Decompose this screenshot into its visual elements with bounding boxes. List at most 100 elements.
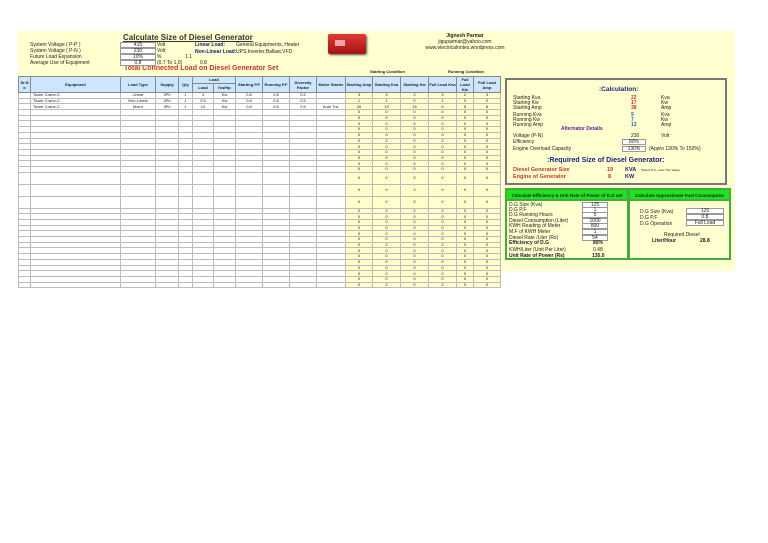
author-website[interactable]: www.electricalnotes.wordpress.com [400, 45, 530, 51]
required-size-title: :Required Size of Diesel Generator: [547, 157, 665, 164]
table-cell[interactable] [155, 281, 179, 289]
table-cell: 0 [372, 195, 401, 209]
running-condition-label: Running Condition [448, 69, 484, 74]
table-cell[interactable] [316, 171, 346, 185]
table-cell: 0 [473, 171, 501, 185]
param-factor: 0.8 [200, 60, 207, 66]
param-label: Average Use of Equipment [30, 60, 90, 66]
table-cell[interactable] [30, 171, 121, 185]
engine-unit: KW [625, 174, 635, 180]
table-cell[interactable] [120, 183, 156, 197]
efficiency-panel: Calculate Efficiency & Unit Rate of Powe… [505, 188, 629, 260]
table-cell[interactable] [262, 171, 290, 185]
column-header: Sr.N o [18, 76, 31, 93]
table-cell[interactable] [235, 171, 263, 185]
table-cell[interactable] [235, 195, 263, 209]
table-cell[interactable] [289, 281, 317, 289]
table-cell[interactable] [178, 281, 193, 289]
dg-size-unit: KVA [625, 167, 637, 173]
table-cell[interactable] [18, 281, 31, 289]
column-header: Starting Amp [345, 76, 373, 93]
table-cell: 0 [456, 195, 474, 209]
nonlinear-load-label: Non-Linear Load: [195, 49, 237, 55]
overload-input[interactable]: 130% [622, 146, 646, 152]
table-cell: 0 [428, 183, 457, 197]
table-cell[interactable] [30, 281, 121, 289]
efficiency-input[interactable]: 80% [622, 139, 646, 145]
column-header: Full Load Kw [456, 76, 474, 93]
table-cell[interactable] [155, 171, 179, 185]
table-cell[interactable] [18, 183, 31, 197]
table-cell[interactable] [262, 281, 290, 289]
table-cell[interactable] [178, 183, 193, 197]
nonlinear-load-desc: UPS,Inverter,Ballast,VFD [236, 49, 293, 55]
load-group-header: Load [192, 76, 236, 84]
engine-value: 8 [608, 174, 612, 180]
table-cell: 0 [428, 171, 457, 185]
table-cell[interactable] [289, 171, 317, 185]
table-cell[interactable] [155, 195, 179, 209]
table-cell[interactable] [18, 195, 31, 209]
table-cell[interactable] [120, 195, 156, 209]
column-header: Starting P.F [235, 76, 263, 93]
unit-rate-value: 135.0 [592, 253, 605, 259]
page-title: Calculate Size of Diesel Generator [123, 33, 253, 42]
table-cell[interactable] [316, 281, 346, 289]
table-cell[interactable] [213, 171, 236, 185]
table-cell[interactable] [155, 183, 179, 197]
table-cell[interactable] [213, 195, 236, 209]
table-cell: 0 [428, 195, 457, 209]
column-header: Qty [178, 76, 193, 93]
table-cell[interactable] [316, 195, 346, 209]
table-cell[interactable] [192, 281, 214, 289]
table-cell[interactable] [289, 195, 317, 209]
table-cell: 0 [473, 195, 501, 209]
fuel-dg-operation-select[interactable]: Full Load [686, 220, 724, 226]
starting-condition-label: Starting Condition [370, 69, 405, 74]
table-cell[interactable] [178, 195, 193, 209]
table-cell[interactable] [213, 281, 236, 289]
table-row: 000000 [18, 183, 501, 197]
table-cell[interactable] [316, 183, 346, 197]
table-cell[interactable] [192, 171, 214, 185]
table-cell[interactable] [192, 195, 214, 209]
calc-unit: Amp [661, 122, 672, 128]
table-cell[interactable] [289, 183, 317, 197]
table-row: 000000 [18, 195, 501, 209]
table-cell[interactable] [120, 281, 156, 289]
table-cell[interactable] [235, 183, 263, 197]
table-cell: 0 [400, 195, 429, 209]
overload-note: (Appro 130% To 150%) [649, 146, 701, 152]
table-cell[interactable] [120, 171, 156, 185]
table-cell[interactable] [262, 183, 290, 197]
table-cell: 0 [345, 195, 373, 209]
column-header: Running P.F [262, 76, 290, 93]
calculation-panel: :Calculation: Starting Kva 22 Kva Starting … [505, 78, 727, 185]
param-input[interactable]: 0.8 [120, 60, 156, 66]
linear-load-desc: General Equipments, Heater [236, 42, 300, 48]
table-cell: 0 [372, 183, 401, 197]
column-header: Supply [155, 76, 179, 93]
table-cell[interactable] [262, 195, 290, 209]
calc-label: Running Amp [513, 122, 544, 128]
column-header: Starting Kva [372, 76, 401, 93]
table-cell[interactable] [235, 281, 263, 289]
table-cell: 0 [428, 281, 457, 289]
column-header: Diversity Factor [289, 76, 317, 93]
table-cell[interactable] [30, 195, 121, 209]
table-cell[interactable] [192, 183, 214, 197]
table-cell[interactable] [213, 183, 236, 197]
efficiency-panel-title: Calculate Efficiency & Unit Rate of Powe… [507, 190, 627, 201]
dg-efficiency-label: Efficiency of D.G [509, 240, 550, 246]
table-cell[interactable] [30, 183, 121, 197]
column-header: Load Type [120, 76, 156, 93]
dg-efficiency-value: 80% [593, 240, 604, 246]
table-cell: 0 [456, 183, 474, 197]
fuel-panel-title: Calculate Approximate Fuel Consumption [630, 190, 729, 201]
table-cell: 0 [473, 281, 501, 289]
calc-label: Starting Amp [513, 105, 542, 111]
column-header: Starting Kw [400, 76, 429, 93]
table-cell[interactable] [178, 171, 193, 185]
table-cell[interactable] [18, 171, 31, 185]
voltage-unit: Volt [661, 133, 670, 139]
